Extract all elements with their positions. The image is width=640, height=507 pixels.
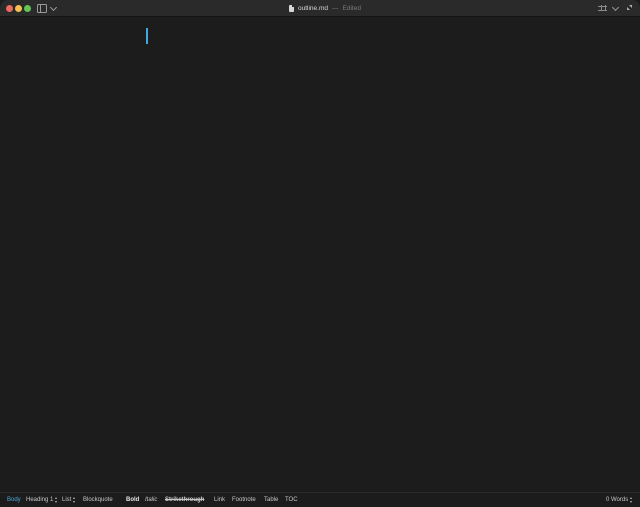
list-style-label: List: [62, 497, 72, 503]
text-caret: [146, 28, 148, 44]
editor-area[interactable]: [0, 17, 640, 492]
list-style-select[interactable]: List: [62, 497, 76, 503]
typewriter-mode-icon[interactable]: [598, 5, 607, 11]
close-window-button[interactable]: [6, 5, 13, 12]
title-bar: outline.md — Edited: [0, 0, 640, 17]
chevron-down-icon[interactable]: [611, 3, 620, 12]
chevron-down-icon[interactable]: [49, 3, 58, 12]
title-separator: —: [332, 5, 339, 12]
heading-style-label: Heading 1: [26, 497, 54, 503]
link-button[interactable]: Link: [214, 497, 225, 503]
sidebar-toggle-icon[interactable]: [37, 4, 47, 13]
bold-button[interactable]: Bold: [126, 497, 139, 503]
minimize-window-button[interactable]: [15, 5, 22, 12]
edited-status: Edited: [342, 5, 361, 12]
window-title[interactable]: outline.md — Edited: [289, 3, 361, 14]
filename: outline.md: [298, 5, 328, 12]
editor-window: outline.md — Edited Body Heading 1 List …: [0, 0, 640, 507]
toc-button[interactable]: TOC: [285, 497, 298, 503]
body-style-button[interactable]: Body: [7, 497, 21, 503]
up-down-arrows-icon: [630, 497, 633, 503]
italic-button[interactable]: Italic: [145, 497, 157, 503]
document-icon: [289, 5, 294, 12]
footnote-button[interactable]: Footnote: [232, 497, 256, 503]
blockquote-button[interactable]: Blockquote: [83, 497, 113, 503]
table-button[interactable]: Table: [264, 497, 278, 503]
word-count-label: 0 Words: [606, 497, 629, 503]
zoom-window-button[interactable]: [24, 5, 31, 12]
strikethrough-button[interactable]: Strikethrough: [165, 497, 204, 503]
format-toolbar: Body Heading 1 List Blockquote Bold Ital…: [0, 492, 640, 507]
word-count-select[interactable]: 0 Words: [606, 497, 633, 503]
expand-icon[interactable]: [627, 5, 632, 10]
heading-style-select[interactable]: Heading 1: [26, 497, 58, 503]
up-down-arrows-icon: [73, 497, 76, 503]
up-down-arrows-icon: [55, 497, 58, 503]
